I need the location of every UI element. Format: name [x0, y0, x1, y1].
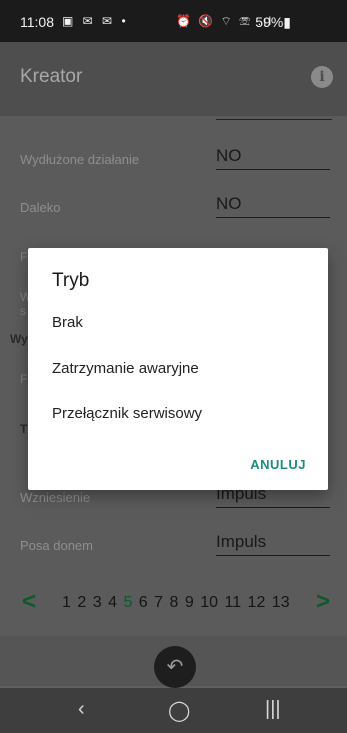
- page-number[interactable]: 4: [108, 594, 117, 611]
- dialog-title: Tryb: [52, 270, 90, 291]
- setting-value[interactable]: Impuls: [216, 532, 330, 556]
- nav-back-icon[interactable]: ‹: [78, 698, 85, 721]
- nav-recents-icon[interactable]: |||: [265, 698, 281, 721]
- mode-dialog: Tryb Brak Zatrzymanie awaryjne Przełączn…: [28, 248, 328, 490]
- page-navigator: < 1 2 3 4 5 6 7 8 9 10 11 12 13 >: [0, 588, 347, 620]
- page-number[interactable]: 13: [272, 594, 290, 611]
- battery-indicator: 59%▮: [255, 14, 291, 30]
- setting-row[interactable]: Daleko NO: [20, 186, 332, 226]
- setting-label: Daleko: [20, 200, 61, 215]
- setting-label-partial: F: [20, 372, 28, 386]
- app-title: Kreator: [20, 66, 83, 87]
- nav-home-icon[interactable]: ◯: [168, 698, 190, 723]
- page-number[interactable]: 7: [154, 594, 163, 611]
- setting-label-partial: T: [20, 422, 28, 436]
- next-page-button[interactable]: >: [316, 588, 330, 616]
- page-number[interactable]: 1: [62, 594, 71, 611]
- prev-page-button[interactable]: <: [22, 588, 36, 616]
- setting-value[interactable]: NO: [216, 194, 330, 218]
- status-bar: 11:08 ▣ ✉ ✉ • ⏰ 🔇 ⌔ ☏ .ıl 59%▮: [0, 0, 347, 42]
- page-number[interactable]: 6: [139, 594, 148, 611]
- page-number[interactable]: 10: [200, 594, 218, 611]
- notification-icons: ▣ ✉ ✉ •: [62, 14, 129, 28]
- page-number[interactable]: 8: [170, 594, 179, 611]
- setting-label-partial: s: [20, 304, 26, 318]
- setting-label: Wzniesienie: [20, 490, 91, 505]
- field-underline: [216, 119, 332, 120]
- page-number[interactable]: 12: [248, 594, 266, 611]
- app-bar: Kreator i: [0, 42, 347, 116]
- system-nav-bar: ‹ ◯ |||: [0, 688, 347, 733]
- dialog-option[interactable]: Zatrzymanie awaryjne: [52, 360, 199, 377]
- setting-value[interactable]: NO: [216, 146, 330, 170]
- setting-row[interactable]: Posa donem Impuls: [20, 524, 332, 564]
- status-time: 11:08: [20, 14, 54, 30]
- undo-back-button[interactable]: ↶: [154, 646, 196, 688]
- page-number[interactable]: 3: [93, 594, 102, 611]
- dialog-option[interactable]: Przełącznik serwisowy: [52, 405, 202, 422]
- dialog-option[interactable]: Brak: [52, 314, 83, 331]
- setting-label: Wydłużone działanie: [20, 152, 140, 167]
- current-page-number[interactable]: 5: [123, 594, 132, 611]
- setting-label-partial: F: [20, 250, 28, 264]
- page-number[interactable]: 2: [77, 594, 86, 611]
- page-number[interactable]: 11: [224, 594, 241, 611]
- setting-row[interactable]: Wydłużone działanie NO: [20, 138, 332, 178]
- section-heading-partial: Wy: [10, 332, 28, 346]
- cancel-button[interactable]: ANULUJ: [250, 457, 306, 472]
- page-numbers: 1 2 3 4 5 6 7 8 9 10 11 12 13: [62, 594, 292, 612]
- page-number[interactable]: 9: [185, 594, 194, 611]
- setting-label: Posa donem: [20, 538, 93, 553]
- info-icon[interactable]: i: [311, 66, 333, 88]
